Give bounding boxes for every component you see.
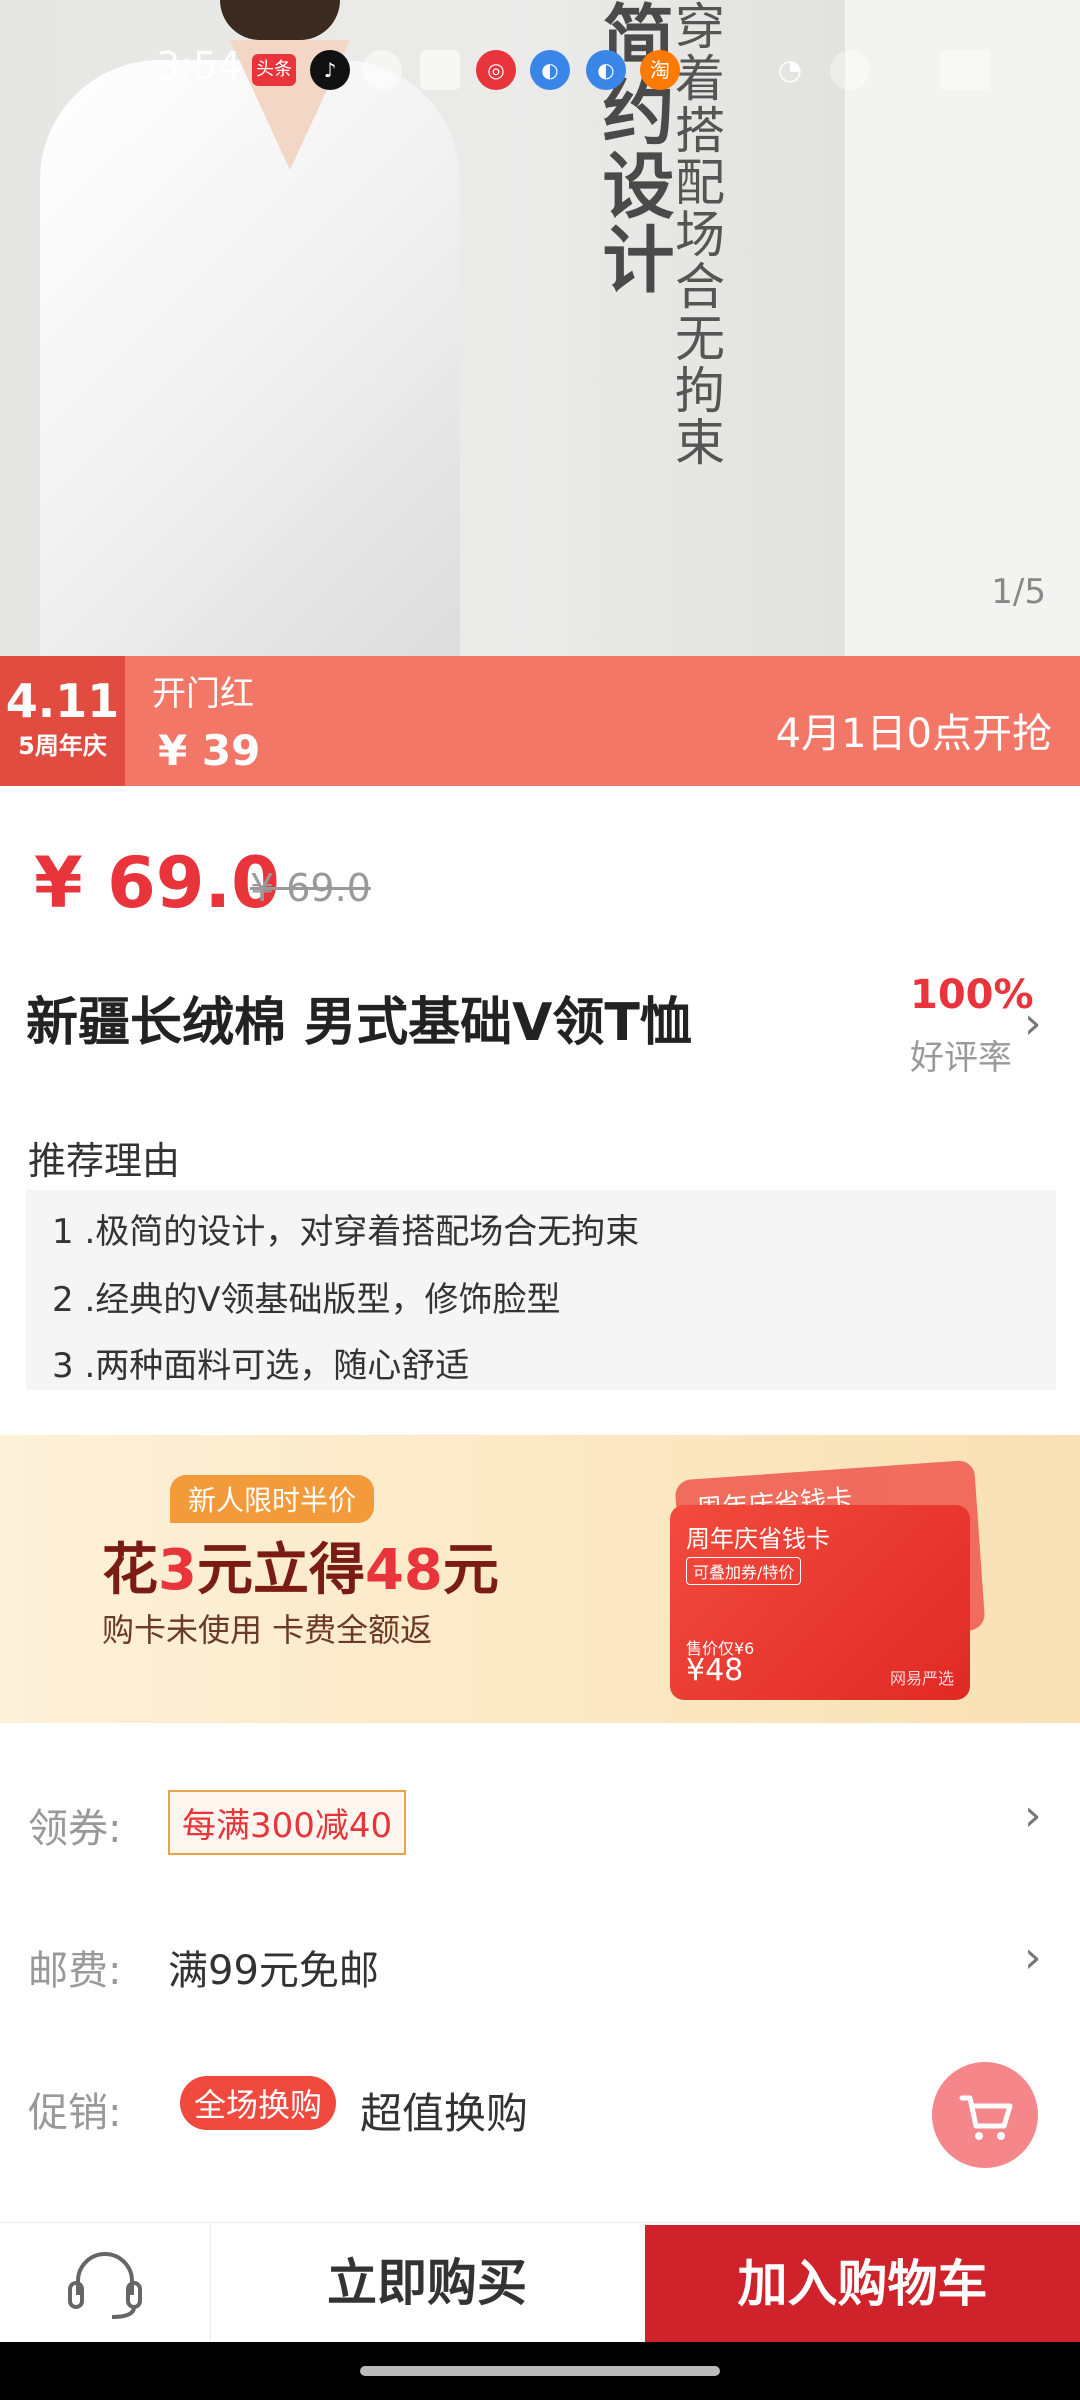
toutiao-icon: 头条 (252, 54, 296, 86)
ad-headline-number: 3 (158, 1538, 197, 1603)
browser-icon: ◐ (586, 50, 626, 90)
floating-cart-button[interactable] (932, 2062, 1038, 2168)
product-title-row: 新疆长绒棉 男式基础V领T恤 100% 好评率 › (0, 950, 1080, 1078)
reason-item: 2 .经典的V领基础版型，修饰脸型 (52, 1280, 561, 1320)
chevron-right-icon[interactable]: › (1024, 998, 1042, 1049)
anniversary-badge: 4.11 5周年庆 (0, 656, 125, 786)
coupon-label: 领券: (28, 1806, 122, 1852)
product-title: 新疆长绒棉 男式基础V领T恤 (26, 993, 692, 1053)
netease-music-icon: ◎ (476, 50, 516, 90)
mail-icon (420, 50, 460, 90)
home-gesture-handle[interactable] (360, 2366, 720, 2376)
coupon-row[interactable]: 领券: 每满300减40 › (0, 1750, 1080, 1890)
chat-icon (362, 50, 402, 90)
rating-percent[interactable]: 100% (910, 972, 1034, 1018)
customer-service-button[interactable] (0, 2223, 211, 2343)
badge-number: 4.11 (5, 674, 120, 728)
cart-icon (959, 2095, 1013, 2140)
card-price: ¥48 (686, 1653, 744, 1688)
rating-label[interactable]: 好评率 (910, 1030, 1012, 1079)
new-user-tag: 新人限时半价 (170, 1475, 375, 1523)
reasons-heading: 推荐理由 (28, 1139, 181, 1183)
promo-start-time: 4月1日0点开抢 (775, 711, 1052, 757)
recommend-reasons: 推荐理由 1 .极简的设计，对穿着搭配场合无拘束 2 .经典的V领基础版型，修饰… (0, 1120, 1080, 1400)
battery-icon (940, 50, 990, 90)
shipping-row[interactable]: 邮费: 满99元免邮 › (0, 1892, 1080, 2032)
chevron-right-icon[interactable]: › (1024, 1790, 1042, 1841)
ad-headline: 花3元立得48元 (102, 1525, 499, 1606)
savings-card: 周年庆省钱卡 可叠加券/特价 售价仅¥6 ¥48 网易严选 (670, 1505, 970, 1700)
browser-icon: ◐ (530, 50, 570, 90)
card-brand: 网易严选 (889, 1669, 954, 1688)
original-price: ¥ 69.0 (250, 866, 371, 910)
chevron-right-icon[interactable]: › (1024, 1932, 1042, 1983)
bottom-action-bar: 立即购买 加入购物车 (0, 2222, 1080, 2343)
shipping-label: 邮费: (28, 1948, 122, 1994)
ad-headline-part: 花 (102, 1538, 158, 1603)
ad-headline-part: 元立得 (196, 1538, 365, 1603)
reason-item: 3 .两种面料可选，随心舒适 (52, 1346, 470, 1386)
badge-text: 5周年庆 (18, 732, 107, 760)
promo-price: ¥ 39 (158, 726, 261, 775)
price-section: ¥ 69.0 ¥ 69.0 (0, 786, 1080, 946)
ad-headline-number: 48 (364, 1538, 443, 1603)
current-price: ¥ 69.0 (34, 842, 280, 924)
reason-item: 1 .极简的设计，对穿着搭配场合无拘束 (52, 1212, 640, 1252)
coupon-badge[interactable]: 每满300减40 (168, 1790, 407, 1855)
savings-card-ad[interactable]: 新人限时半价 花3元立得48元 购卡未使用 卡费全额返 周年庆省钱卡 周年庆省钱… (0, 1435, 1080, 1723)
taobao-icon: 淘 (640, 50, 680, 90)
system-nav-bar (0, 2342, 1080, 2400)
card-badge: 可叠加券/特价 (686, 1557, 802, 1585)
add-to-cart-button[interactable]: 加入购物车 (645, 2225, 1080, 2343)
wifi-icon (830, 50, 870, 90)
douyin-icon: ♪ (310, 50, 350, 90)
ad-subline: 购卡未使用 卡费全额返 (102, 1611, 433, 1649)
shipping-value: 满99元免邮 (168, 1948, 379, 1994)
promotion-value: 超值换购 (360, 2089, 529, 2138)
headset-icon (68, 2252, 142, 2319)
anniversary-promo-bar: 4.11 5周年庆 开门红 ¥ 39 4月1日0点开抢 (0, 656, 1080, 786)
reasons-list: 1 .极简的设计，对穿着搭配场合无拘束 2 .经典的V领基础版型，修饰脸型 3 … (26, 1190, 1056, 1390)
ad-headline-part: 元 (442, 1538, 499, 1603)
buy-now-button[interactable]: 立即购买 (212, 2223, 642, 2343)
status-bar: 3:54 头条 ♪ ◎ ◐ ◐ 淘 ◔ (0, 40, 1080, 100)
promotion-pill[interactable]: 全场换购 (180, 2076, 337, 2130)
promotion-label: 促销: (28, 2090, 122, 2136)
image-counter: 1/5 (991, 572, 1046, 612)
card-title: 周年庆省钱卡 (686, 1525, 830, 1553)
promo-label: 开门红 (152, 674, 254, 714)
promotion-row[interactable]: 促销: 全场换购 超值换购 (0, 2034, 1080, 2174)
model-shirt-image (40, 60, 460, 656)
bell-icon: ◔ (777, 53, 803, 86)
status-time: 3:54 (156, 44, 242, 88)
